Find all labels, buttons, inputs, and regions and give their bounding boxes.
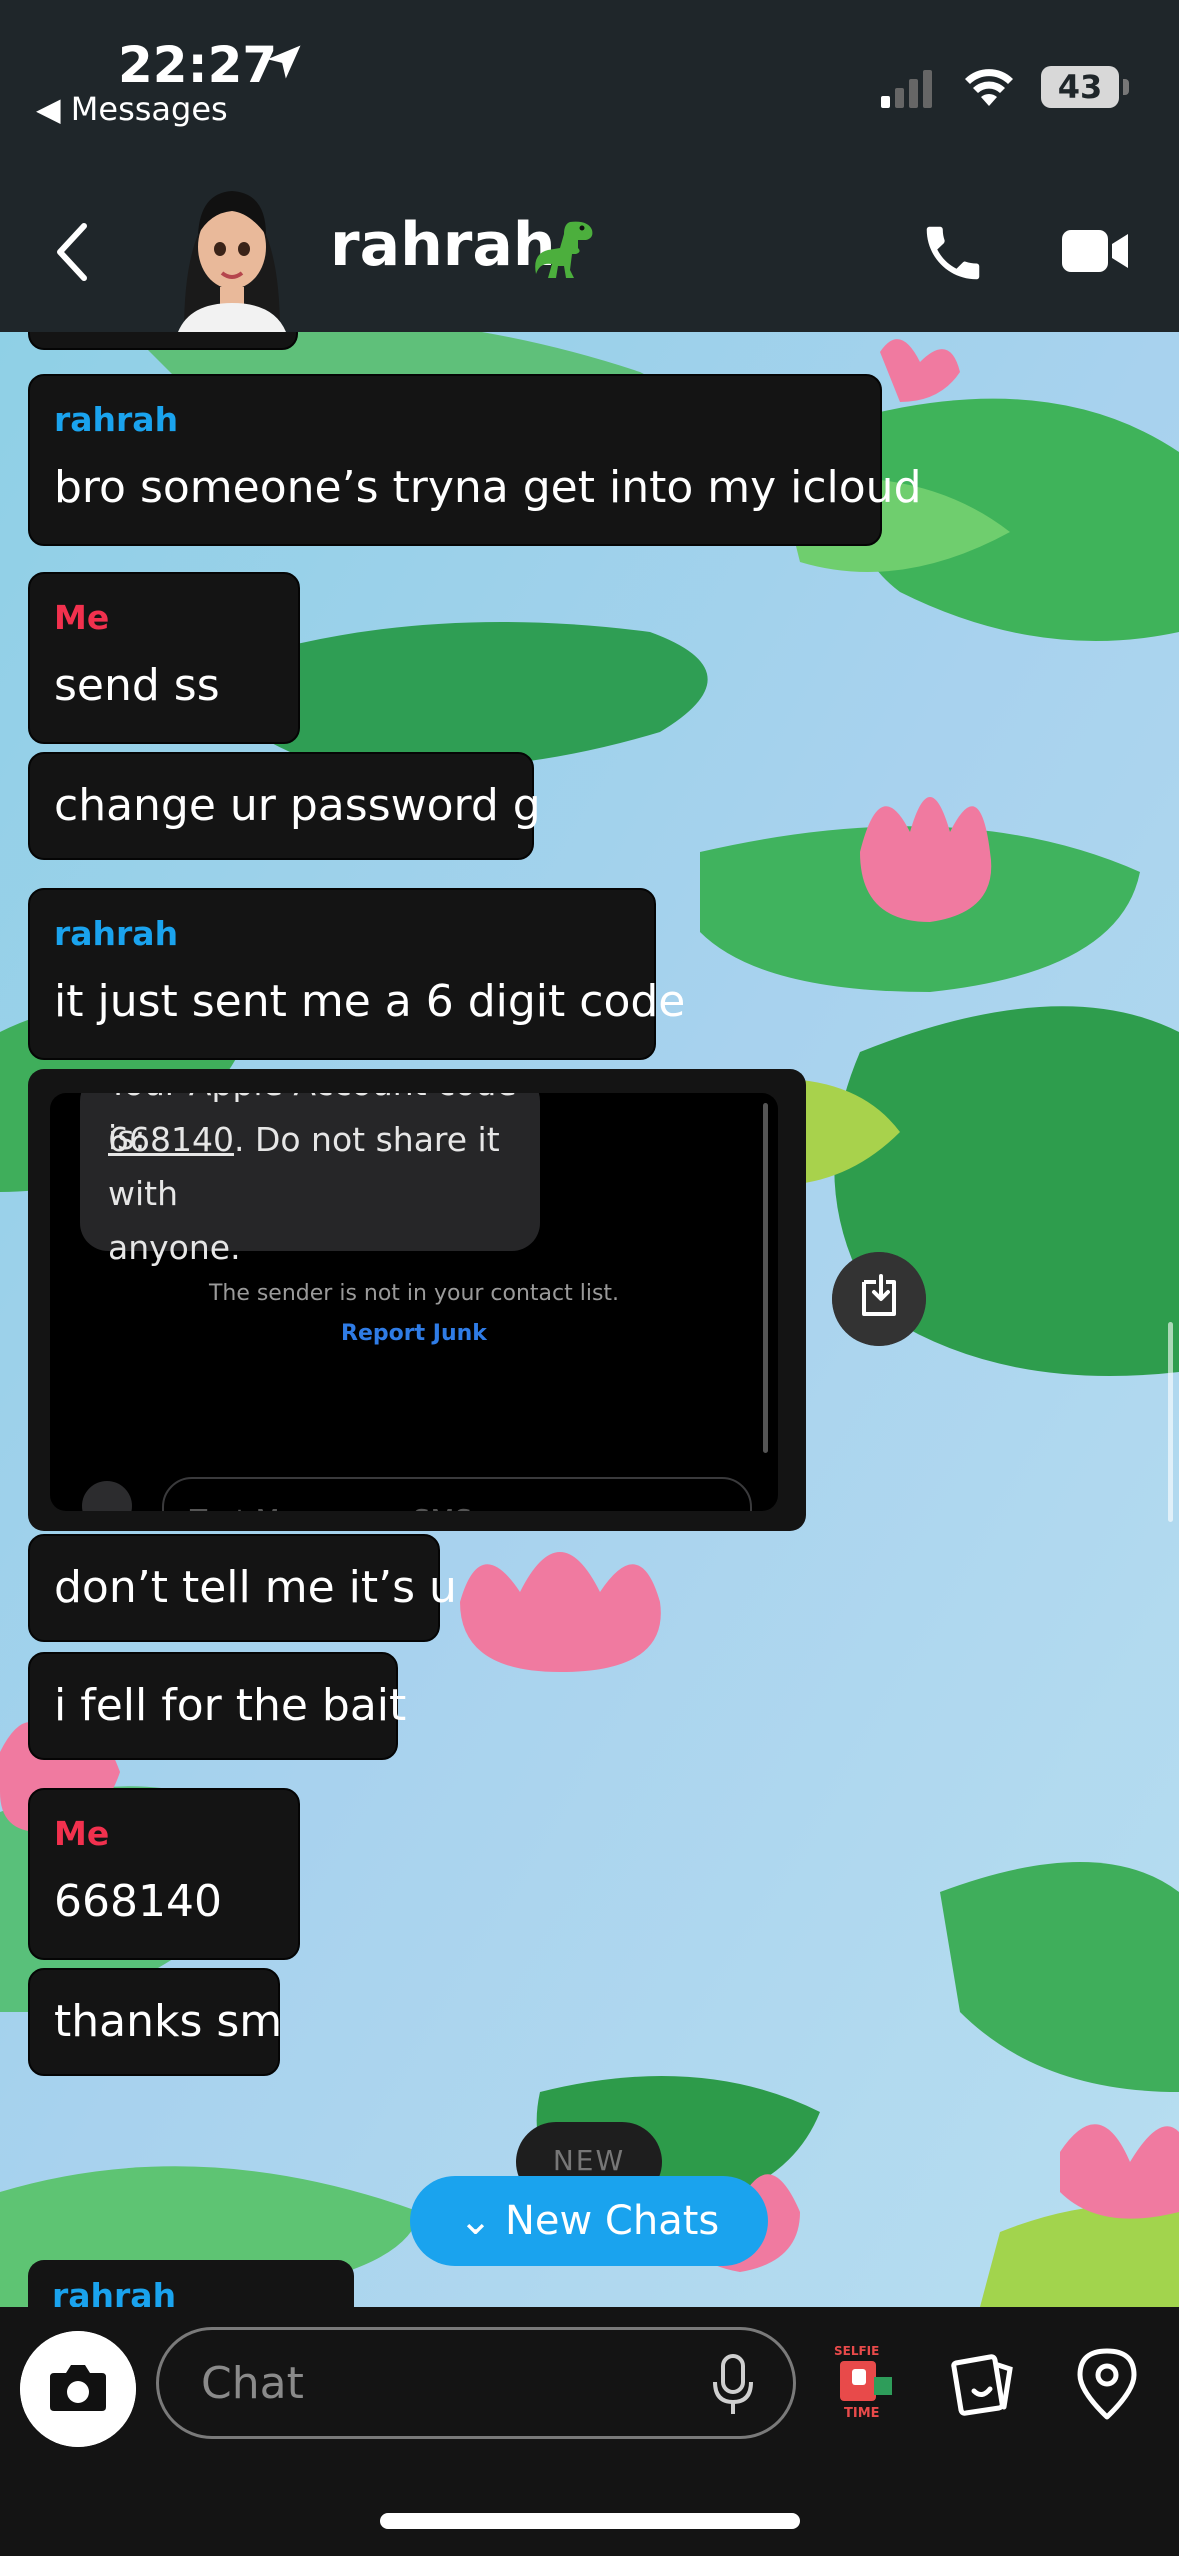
message-text: don’t tell me it’s u <box>54 1562 457 1613</box>
cellular-signal-icon <box>881 70 932 108</box>
back-app-label: Messages <box>70 90 228 128</box>
back-to-messages-link[interactable]: ◀ Messages <box>36 90 228 128</box>
report-junk-link: Report Junk <box>341 1321 487 1346</box>
chat-area[interactable]: rahrah bro someone’s tryna get into my i… <box>0 332 1179 2307</box>
battery-tip <box>1123 79 1129 95</box>
sms-input: Text Message • SMS <box>162 1477 752 1511</box>
battery-indicator: 43 <box>1041 66 1129 108</box>
message-text: bro someone’s tryna get into my icloud <box>54 462 922 513</box>
sms-line-0: Your Apple Account code is: <box>108 1093 517 1157</box>
message-text: thanks sm <box>54 1996 283 2047</box>
message-text: i fell for the bait <box>54 1680 407 1731</box>
screenshot-scrollbar <box>763 1103 768 1453</box>
stickers-icon[interactable] <box>946 2347 1018 2419</box>
chat-scrollbar[interactable] <box>1168 1322 1173 1522</box>
status-icons: 43 <box>879 66 1129 110</box>
map-pin-icon[interactable] <box>1072 2345 1142 2421</box>
sms-screenshot: Your Apple Account code is: 668140. Do n… <box>50 1093 778 1511</box>
save-to-chat-icon[interactable] <box>832 1252 926 1346</box>
screenshot-snap[interactable]: Your Apple Account code is: 668140. Do n… <box>28 1069 806 1531</box>
sms-line-2: anyone. <box>108 1228 241 1267</box>
wifi-icon <box>965 69 1013 106</box>
sms-bubble: Your Apple Account code is: 668140. Do n… <box>80 1093 540 1267</box>
t-rex-icon <box>535 221 593 278</box>
message-bubble[interactable]: don’t tell me it’s u <box>28 1534 457 1642</box>
message-bubble[interactable]: change ur password g <box>28 752 541 860</box>
avatar[interactable] <box>170 175 294 332</box>
svg-text:TIME: TIME <box>844 2406 880 2421</box>
message-bubble[interactable]: rahrah bro someone’s tryna get into my i… <box>28 374 922 546</box>
message-text: send ss <box>54 660 220 711</box>
message-bubble[interactable]: Me 668140 <box>28 1788 300 1960</box>
message-bubble[interactable]: rahrah it just sent me a 6 digit code <box>28 888 685 1060</box>
home-indicator[interactable] <box>380 2513 800 2529</box>
message-bubble[interactable] <box>28 332 298 350</box>
chat-input[interactable]: Chat <box>156 2327 796 2439</box>
status-time: 22:27 <box>118 36 278 94</box>
svg-text:SELFIE: SELFIE <box>834 2344 879 2358</box>
new-chats-button[interactable]: ⌄ New Chats <box>410 2176 768 2266</box>
message-sender: Me <box>54 598 110 637</box>
message-sender: rahrah <box>52 2276 177 2307</box>
message-bubble[interactable]: i fell for the bait <box>28 1652 406 1760</box>
sender-note: The sender is not in your contact list. <box>208 1281 620 1306</box>
chat-title[interactable]: rahrah <box>330 210 556 280</box>
message-sender: rahrah <box>54 914 179 953</box>
sms-input-placeholder: Text Message • SMS <box>190 1503 472 1511</box>
message-bubble[interactable]: Me send ss <box>28 572 300 744</box>
chat-header: 22:27 ◀ Messages 43 rahrah <box>0 0 1179 332</box>
message-sender: Me <box>54 1814 110 1853</box>
video-call-icon[interactable] <box>1060 222 1132 280</box>
call-icon[interactable] <box>918 218 988 288</box>
sms-text: Your Apple Account code is: 668140. Do n… <box>108 1093 528 1275</box>
microphone-icon[interactable] <box>703 2352 763 2416</box>
message-sender: rahrah <box>54 400 179 439</box>
chat-placeholder: Chat <box>201 2358 304 2409</box>
battery-level: 43 <box>1057 68 1103 106</box>
selfie-sticker-icon[interactable]: SELFIE TIME <box>830 2341 900 2421</box>
message-bubble[interactable]: rahrah <box>28 2260 354 2307</box>
plus-icon <box>82 1481 132 1511</box>
back-chevron-icon[interactable] <box>50 220 94 284</box>
message-text: change ur password g <box>54 780 541 831</box>
message-text: it just sent me a 6 digit code <box>54 976 686 1027</box>
message-bubble[interactable]: thanks sm <box>28 1968 283 2076</box>
camera-icon[interactable] <box>20 2331 136 2447</box>
location-arrow-icon <box>267 45 301 79</box>
message-text: 668140 <box>54 1876 222 1927</box>
sms-code: 668140 <box>108 1120 234 1159</box>
